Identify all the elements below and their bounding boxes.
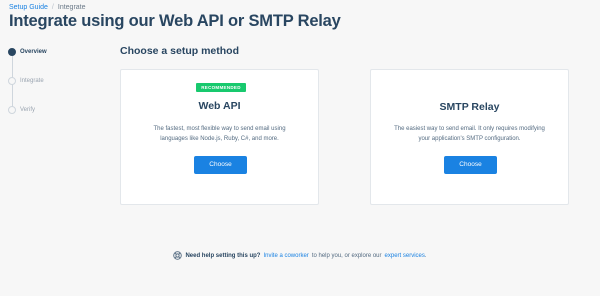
- choose-web-api-button[interactable]: Choose: [194, 156, 247, 174]
- recommended-badge: RECOMMENDED: [196, 83, 246, 92]
- help-lead: Need help setting this up?: [185, 252, 261, 259]
- step-pending-dot-icon: [8, 106, 16, 114]
- choose-smtp-button[interactable]: Choose: [444, 156, 497, 174]
- help-footer: Need help setting this up? Invite a cowo…: [0, 251, 600, 260]
- page-title: Integrate using our Web API or SMTP Rela…: [9, 12, 341, 30]
- step-active-dot-icon: [8, 48, 16, 56]
- invite-coworker-link[interactable]: Invite a coworker: [263, 253, 308, 259]
- breadcrumb-separator: /: [51, 4, 54, 11]
- step-verify[interactable]: Verify: [8, 106, 35, 114]
- expert-services-link[interactable]: expert services: [385, 253, 425, 259]
- breadcrumb-current: Integrate: [57, 4, 86, 11]
- web-api-card: RECOMMENDED Web API The fastest, most fl…: [120, 69, 319, 205]
- web-api-title: Web API: [198, 100, 241, 112]
- setup-page: Setup Guide / Integrate Integrate using …: [0, 0, 600, 296]
- help-middle-text: to help you, or explore our: [311, 252, 382, 259]
- section-title: Choose a setup method: [120, 45, 240, 57]
- step-label: Verify: [20, 107, 36, 113]
- smtp-relay-card: SMTP Relay The easiest way to send email…: [370, 69, 569, 205]
- step-overview[interactable]: Overview: [8, 48, 47, 56]
- step-integrate[interactable]: Integrate: [8, 77, 44, 85]
- step-label: Overview: [20, 49, 47, 55]
- breadcrumb: Setup Guide / Integrate: [9, 3, 86, 12]
- breadcrumb-setup-guide[interactable]: Setup Guide: [9, 3, 48, 12]
- step-label: Integrate: [20, 78, 44, 84]
- step-pending-dot-icon: [8, 77, 16, 85]
- help-end-text: .: [424, 252, 427, 259]
- web-api-description: The fastest, most flexible way to send e…: [153, 126, 286, 142]
- lifebuoy-icon: [173, 251, 183, 260]
- smtp-relay-title: SMTP Relay: [439, 101, 500, 113]
- smtp-relay-description: The easiest way to send email. It only r…: [394, 126, 545, 142]
- setup-steps: Overview Integrate Verify: [8, 48, 88, 118]
